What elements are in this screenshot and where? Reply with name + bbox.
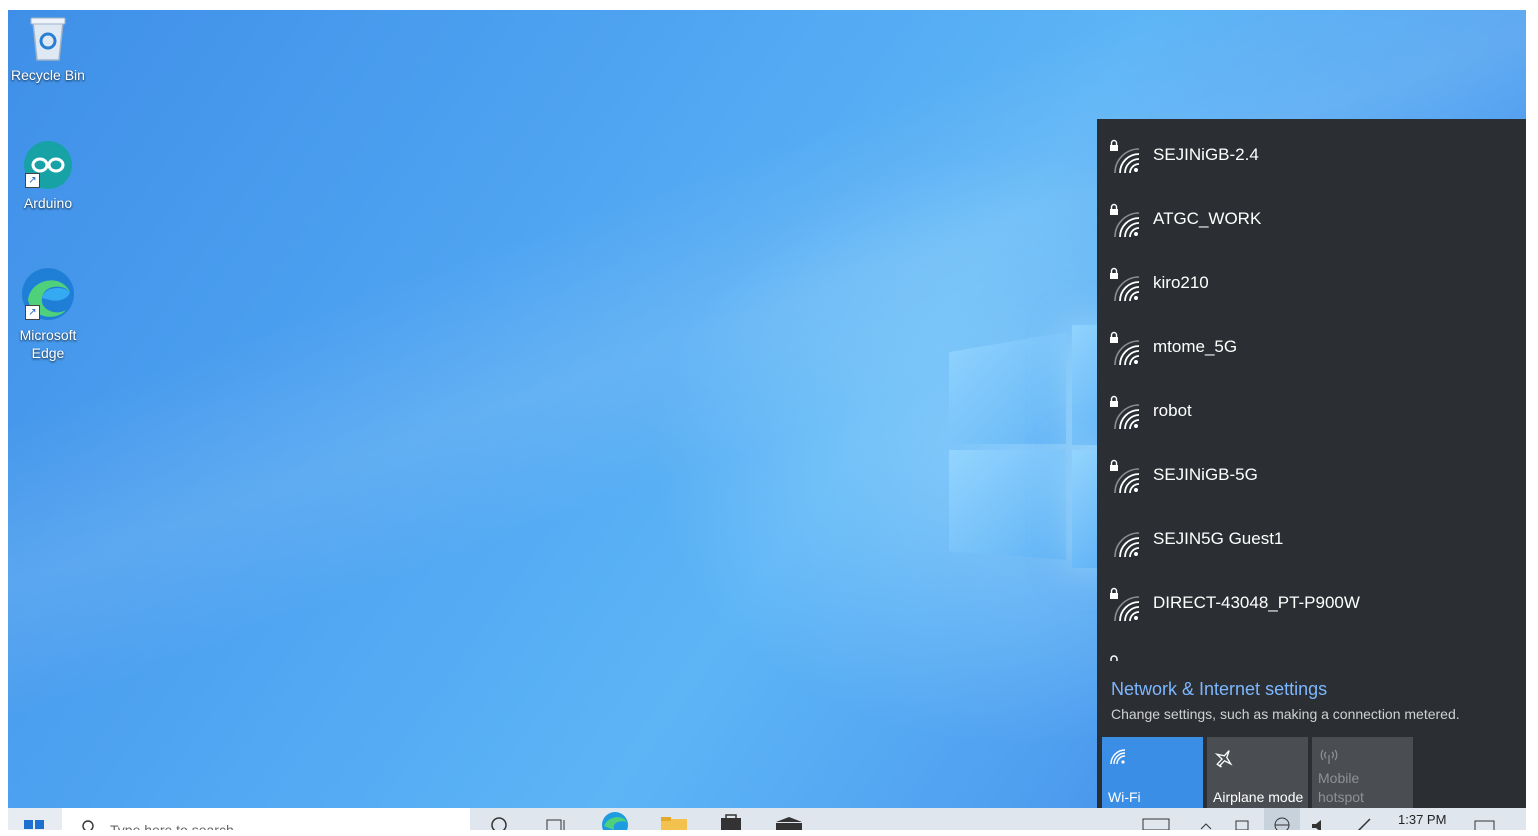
desktop-icon-label-line2: Edge <box>31 345 65 361</box>
lock-icon-partial <box>1109 649 1119 661</box>
wifi-signal-icon <box>1114 468 1140 494</box>
network-ssid: SEJINiGB-5G <box>1153 465 1258 484</box>
network-ssid: robot <box>1153 401 1192 420</box>
network-flyout: SEJINiGB-2.4 ATGC_WORK kiro210 mtome_5Grobo… <box>1097 119 1526 813</box>
windows-logo-pane <box>949 450 1066 560</box>
network-item[interactable]: DIRECT-43048_PT-P900W <box>1097 575 1526 635</box>
search-icon <box>82 820 94 830</box>
desktop-icon-label: Recycle Bin <box>11 67 85 83</box>
recycle-bin-icon <box>23 12 73 62</box>
network-ssid: SEJINiGB-2.4 <box>1153 145 1259 164</box>
wifi-signal-icon <box>1114 148 1140 174</box>
notification-center-icon[interactable] <box>1474 820 1496 830</box>
start-button[interactable] <box>8 808 62 830</box>
wifi-toggle-button[interactable]: Wi-Fi <box>1102 737 1203 813</box>
shortcut-arrow-icon: ↗ <box>25 305 40 320</box>
desktop-icon-microsoft-edge[interactable]: ↗ Microsoft Edge <box>8 266 90 362</box>
mobile-hotspot-label-line1: Mobile <box>1318 770 1360 786</box>
file-explorer-icon[interactable] <box>660 816 688 830</box>
pen-icon[interactable] <box>1356 816 1374 830</box>
network-settings-description: Change settings, such as making a connec… <box>1111 706 1460 722</box>
taskbar: Type here to search 1:37 PM <box>8 808 1526 830</box>
taskbar-search-box[interactable]: Type here to search <box>62 808 470 830</box>
desktop-icon-recycle-bin[interactable]: Recycle Bin <box>8 12 90 84</box>
network-item[interactable]: SEJINiGB-5G <box>1097 447 1526 507</box>
mail-icon[interactable] <box>774 816 804 830</box>
wifi-signal-icon <box>1114 340 1140 366</box>
desktop-icon-arduino[interactable]: ↗ Arduino <box>8 140 90 212</box>
wifi-signal-icon <box>1114 596 1140 622</box>
mobile-hotspot-label: Mobile hotspot <box>1318 769 1364 807</box>
task-view-icon[interactable] <box>546 814 568 830</box>
airplane-mode-label: Airplane mode <box>1213 789 1304 805</box>
network-ssid: kiro210 <box>1153 273 1209 292</box>
wifi-signal-icon <box>1114 404 1140 430</box>
wifi-signal-icon <box>1114 212 1140 238</box>
network-ssid: DIRECT-43048_PT-P900W <box>1153 593 1360 612</box>
network-item[interactable]: SEJINiGB-2.4 <box>1097 127 1526 187</box>
wifi-icon <box>1108 747 1128 770</box>
volume-icon[interactable] <box>1310 818 1334 830</box>
airplane-mode-toggle-button[interactable]: Airplane mode <box>1207 737 1308 813</box>
keyboard-icon[interactable] <box>1142 818 1170 830</box>
network-item[interactable]: ATGC_WORK <box>1097 191 1526 251</box>
edge-icon: ↗ <box>22 266 74 322</box>
network-item[interactable]: SEJIN5G Guest1 <box>1097 511 1526 571</box>
shortcut-arrow-icon: ↗ <box>25 173 40 188</box>
wifi-signal-icon <box>1114 532 1140 558</box>
desktop: Recycle Bin ↗ Arduino ↗ Microsoft Edge S… <box>8 10 1526 830</box>
windows-start-icon <box>24 820 44 829</box>
mobile-hotspot-toggle-button[interactable]: Mobile hotspot <box>1312 737 1413 813</box>
network-ssid: SEJIN5G Guest1 <box>1153 529 1284 548</box>
network-item[interactable]: mtome_5G <box>1097 319 1526 379</box>
edge-taskbar-icon[interactable] <box>600 810 630 830</box>
store-icon[interactable] <box>718 812 744 830</box>
network-ssid: ATGC_WORK <box>1153 209 1262 228</box>
chevron-up-icon[interactable] <box>1200 822 1212 830</box>
network-item[interactable]: kiro210 <box>1097 255 1526 315</box>
network-item[interactable]: robot <box>1097 383 1526 443</box>
cortana-icon[interactable] <box>490 814 508 830</box>
airplane-icon <box>1213 747 1235 772</box>
hotspot-icon <box>1318 747 1340 768</box>
network-ssid: mtome_5G <box>1153 337 1238 356</box>
wifi-toggle-label: Wi-Fi <box>1108 789 1141 805</box>
wifi-signal-icon <box>1114 276 1140 302</box>
taskbar-clock[interactable]: 1:37 PM <box>1398 812 1446 827</box>
network-internet-settings-link[interactable]: Network & Internet settings <box>1111 679 1327 700</box>
battery-icon[interactable] <box>1234 818 1250 830</box>
desktop-icon-label: Arduino <box>23 195 73 211</box>
arduino-icon: ↗ <box>23 140 73 190</box>
search-placeholder: Type here to search <box>110 822 234 830</box>
globe-icon <box>1274 817 1290 830</box>
mobile-hotspot-label-line2: hotspot <box>1318 789 1364 805</box>
network-tray-button[interactable] <box>1264 808 1300 830</box>
desktop-icon-label-line1: Microsoft <box>19 327 77 343</box>
